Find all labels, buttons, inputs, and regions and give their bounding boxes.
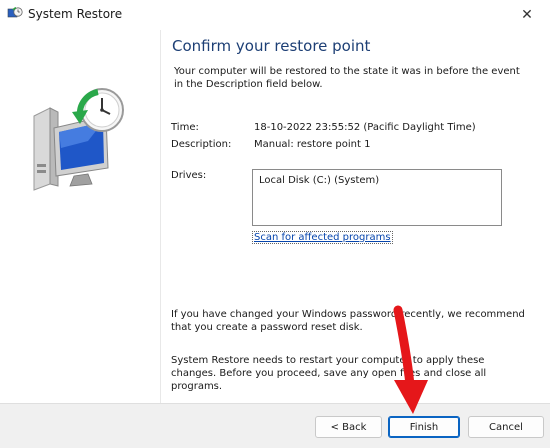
drives-list[interactable]: Local Disk (C:) (System)	[252, 169, 502, 226]
description-label: Description:	[171, 139, 232, 150]
restart-note: System Restore needs to restart your com…	[171, 355, 487, 392]
time-value: 18-10-2022 23:55:52 (Pacific Daylight Ti…	[254, 122, 476, 133]
title-bar: System Restore ✕	[0, 0, 550, 30]
system-restore-icon	[7, 7, 23, 18]
close-button[interactable]: ✕	[504, 0, 550, 30]
close-icon: ✕	[521, 7, 533, 23]
window-title: System Restore	[28, 7, 123, 21]
drives-label: Drives:	[171, 170, 207, 181]
cancel-button[interactable]: Cancel	[468, 416, 544, 438]
footer-bar: < Back Finish Cancel	[0, 403, 550, 448]
description-value: Manual: restore point 1	[254, 139, 371, 150]
finish-button[interactable]: Finish	[388, 416, 460, 438]
left-panel	[0, 30, 160, 403]
time-label: Time:	[171, 122, 199, 133]
main-content: Confirm your restore point Your computer…	[161, 30, 550, 403]
intro-text: Your computer will be restored to the st…	[174, 66, 520, 90]
drive-item[interactable]: Local Disk (C:) (System)	[259, 175, 379, 186]
back-button[interactable]: < Back	[315, 416, 382, 438]
page-heading: Confirm your restore point	[172, 37, 371, 55]
password-note: If you have changed your Windows passwor…	[171, 309, 525, 333]
system-restore-clock-monitor-icon	[33, 88, 124, 191]
scan-affected-programs-link[interactable]: Scan for affected programs	[252, 231, 393, 244]
